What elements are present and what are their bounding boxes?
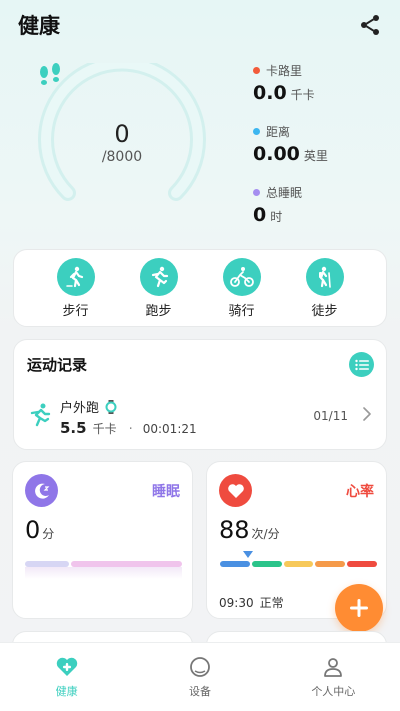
metric-label: 距离 [266, 124, 291, 139]
bike-icon [229, 266, 254, 287]
sport-hike-button[interactable]: 徒步 [295, 257, 355, 319]
steps-goal: /8000 [101, 149, 143, 165]
tab-label: 设备 [188, 685, 211, 698]
metric-unit: 千卡 [290, 88, 315, 102]
heart-rate-title: 心率 [346, 484, 374, 500]
list-icon [354, 359, 369, 370]
metric-value: 0 [253, 204, 267, 226]
device-icon [190, 657, 210, 677]
tab-label: 健康 [55, 685, 78, 698]
records-title: 运动记录 [27, 356, 88, 374]
daily-metrics: 卡路里 0.0 千卡 距离 0.00 英里 总睡眠 0时 [253, 62, 393, 245]
metric-label: 总睡眠 [266, 185, 303, 200]
metric-value: 0.0 [253, 82, 287, 104]
metric-sleep: 总睡眠 0时 [253, 184, 393, 245]
sleep-chart-shade [25, 567, 182, 579]
walk-icon [65, 266, 83, 287]
distance-dot [253, 127, 260, 135]
heart-rate-zone-bar [220, 561, 377, 567]
hike-icon [318, 266, 331, 288]
sleep-card[interactable]: 睡眠 0 分 [12, 461, 193, 619]
sleep-unit: 分 [42, 527, 55, 541]
heart-plus-icon [56, 657, 77, 676]
sleep-title: 睡眠 [152, 484, 180, 500]
heart-rate-value: 88 [219, 516, 250, 544]
chevron-right-icon [363, 407, 371, 421]
page-title: 健康 [18, 14, 60, 38]
sleep-dot [253, 188, 260, 196]
metric-value: 0.00 [253, 143, 300, 165]
record-duration: 00:01:21 [142, 422, 197, 436]
moon-icon [25, 474, 58, 507]
tab-health[interactable]: 健康 [0, 643, 133, 711]
metric-unit: 时 [270, 210, 283, 224]
header: 健康 [18, 10, 382, 40]
heart-rate-marker [243, 551, 253, 558]
metric-unit: 英里 [303, 149, 328, 163]
calories-dot [253, 66, 260, 74]
metric-calories: 卡路里 0.0 千卡 [253, 62, 393, 123]
tab-profile[interactable]: 个人中心 [267, 643, 400, 711]
watch-icon [105, 399, 117, 414]
record-unit: 千卡 [92, 422, 117, 436]
run-icon [30, 403, 51, 427]
metric-label: 卡路里 [266, 63, 303, 78]
heart-rate-time: 09:30 [219, 596, 254, 610]
record-item[interactable]: 户外跑 5.5 千卡 · 00:01:21 01/11 [26, 395, 374, 437]
share-icon[interactable] [358, 13, 382, 37]
add-button[interactable] [335, 584, 383, 632]
run-icon [151, 266, 168, 287]
heart-rate-unit: 次/分 [251, 527, 280, 541]
exercise-records-card: 运动记录 户外跑 5.5 千卡 · 00:01:21 01/11 [13, 339, 387, 450]
sport-shortcuts: 步行 跑步 骑行 徒步 [13, 249, 387, 327]
tab-device[interactable]: 设备 [133, 643, 266, 711]
sport-run-button[interactable]: 跑步 [129, 257, 189, 319]
sport-label: 跑步 [145, 303, 172, 319]
sport-walk-button[interactable]: 步行 [46, 257, 106, 319]
tab-label: 个人中心 [311, 685, 356, 698]
user-icon [324, 658, 343, 677]
plus-icon [350, 599, 368, 617]
record-name: 户外跑 [60, 401, 100, 416]
record-separator: · [128, 422, 133, 437]
records-list-button[interactable] [349, 352, 374, 377]
step-progress-ring[interactable]: 0 /8000 [36, 63, 208, 213]
sport-bike-button[interactable]: 骑行 [212, 257, 272, 319]
record-distance: 5.5 [60, 419, 87, 437]
steps-value: 0 [114, 120, 130, 148]
metric-distance: 距离 0.00 英里 [253, 123, 393, 184]
heart-icon [219, 474, 252, 507]
record-date: 01/11 [313, 409, 348, 423]
bottom-tab-bar: 健康 设备 个人中心 [0, 642, 400, 711]
heart-rate-status: 正常 [259, 596, 284, 610]
sport-label: 骑行 [228, 303, 255, 319]
sport-label: 徒步 [311, 303, 338, 319]
sport-label: 步行 [62, 303, 89, 319]
footprints-icon [40, 63, 60, 85]
sleep-value: 0 [25, 516, 41, 544]
